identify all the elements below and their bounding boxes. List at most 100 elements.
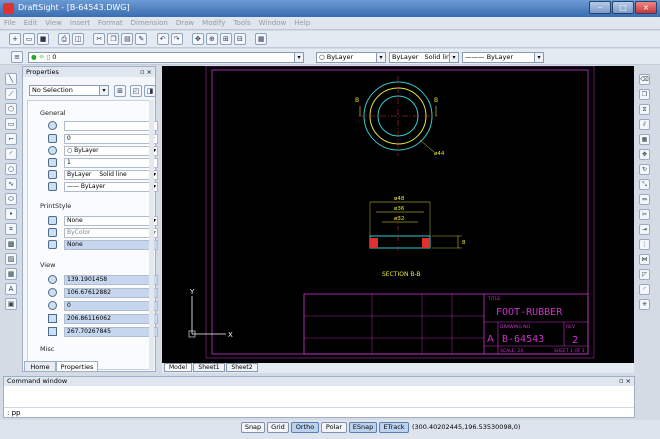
menu-draw[interactable]: Draw: [172, 17, 198, 30]
color-field[interactable]: ○ ByLayer ▾: [64, 146, 158, 156]
circle-icon[interactable]: ○: [5, 163, 17, 175]
menu-edit[interactable]: Edit: [20, 17, 42, 30]
print-preview-icon[interactable]: ◫: [72, 33, 85, 45]
line-icon[interactable]: ╲: [5, 73, 17, 85]
layers-icon[interactable]: ≡: [11, 51, 23, 63]
ortho-button[interactable]: Ortho: [291, 422, 319, 433]
point-icon[interactable]: •: [5, 208, 17, 220]
copy-entity-icon[interactable]: ❐: [639, 89, 650, 100]
new-icon[interactable]: +: [9, 33, 21, 45]
view-center-x-field[interactable]: 139.1901458: [64, 275, 158, 285]
view-center-z-field[interactable]: 0: [64, 301, 158, 311]
drawing-canvas[interactable]: B B ø44 ø48 ø36 ø32 8 SECTION B-B Y X TI…: [162, 66, 634, 366]
toggle-pickadd-icon[interactable]: ◨: [144, 85, 156, 97]
printstyle-field[interactable]: None ▾: [64, 216, 158, 226]
polyline-icon[interactable]: ⌐: [5, 133, 17, 145]
copy-icon[interactable]: ❐: [107, 33, 120, 45]
scale-field[interactable]: 1: [64, 158, 158, 168]
ellipse-icon[interactable]: ⬭: [5, 193, 17, 205]
chamfer-icon[interactable]: ◸: [639, 269, 650, 280]
command-close-icon[interactable]: ▫ ×: [619, 377, 631, 386]
block-icon[interactable]: ⌗: [5, 223, 17, 235]
menu-insert[interactable]: Insert: [66, 17, 94, 30]
undo-icon[interactable]: ↶: [156, 33, 169, 45]
extend-icon[interactable]: ⇥: [639, 224, 650, 235]
lineweight-combo[interactable]: ——— ByLayer ▾: [462, 52, 544, 63]
quick-select-icon[interactable]: ⊞: [114, 85, 126, 97]
open-icon[interactable]: ▭: [23, 33, 35, 45]
selection-combo[interactable]: No Selection ▾: [29, 85, 109, 96]
zoom-icon[interactable]: ⊕: [205, 33, 218, 45]
linestyle-combo[interactable]: ByLayer Solid line ▾: [389, 52, 459, 63]
select-objects-icon[interactable]: ◰: [130, 85, 142, 97]
pattern-icon[interactable]: ▦: [639, 134, 650, 145]
menu-format[interactable]: Format: [94, 17, 127, 30]
menu-help[interactable]: Help: [290, 17, 314, 30]
cut-icon[interactable]: ✂: [93, 33, 106, 45]
offset-icon[interactable]: ⫽: [639, 119, 650, 130]
region-icon[interactable]: ▨: [5, 253, 17, 265]
menu-window[interactable]: Window: [255, 17, 291, 30]
grid-button[interactable]: Grid: [267, 422, 289, 433]
infinite-line-icon[interactable]: ⟋: [5, 88, 17, 100]
esnap-button[interactable]: ESnap: [349, 422, 377, 433]
view-center-y-field[interactable]: 106.67612882: [64, 288, 158, 298]
pan-icon[interactable]: ✥: [191, 33, 204, 45]
layer-field[interactable]: 0▾: [64, 134, 158, 144]
match-properties-icon[interactable]: ✎: [135, 33, 148, 45]
layer-combo[interactable]: ● ☼ ▯ 0 ▾: [28, 52, 304, 63]
arc-icon[interactable]: ◜: [5, 148, 17, 160]
menu-tools[interactable]: Tools: [229, 17, 254, 30]
explode-icon[interactable]: ✳: [639, 299, 650, 310]
note-icon[interactable]: A: [5, 283, 17, 295]
empty-prop-field[interactable]: [64, 121, 158, 131]
color-combo[interactable]: ○ ByLayer ▾: [316, 52, 386, 63]
minimize-button[interactable]: –: [589, 1, 611, 14]
break-icon[interactable]: ⋮: [639, 239, 650, 250]
menu-file[interactable]: File: [0, 17, 20, 30]
scale-icon[interactable]: ⤡: [639, 179, 650, 190]
trim-icon[interactable]: ✂: [639, 209, 650, 220]
zoom-window-icon[interactable]: ⊞: [219, 33, 232, 45]
spline-icon[interactable]: ∿: [5, 178, 17, 190]
mirror-icon[interactable]: ⧖: [639, 104, 650, 115]
fillet-icon[interactable]: ◜: [639, 284, 650, 295]
polygon-icon[interactable]: ⬡: [5, 103, 17, 115]
menu-view[interactable]: View: [41, 17, 66, 30]
join-icon[interactable]: ⋈: [639, 254, 650, 265]
rotate-icon[interactable]: ↻: [639, 164, 650, 175]
menu-dimension[interactable]: Dimension: [127, 17, 172, 30]
view-height-field[interactable]: 206.86116062: [64, 314, 158, 324]
save-icon[interactable]: ■: [37, 33, 49, 45]
polar-button[interactable]: Polar: [321, 422, 347, 433]
view-width-field[interactable]: 267.70267845: [64, 327, 158, 337]
move-icon[interactable]: ✥: [639, 149, 650, 160]
snap-button[interactable]: Snap: [241, 422, 265, 433]
erase-icon[interactable]: ⌫: [639, 74, 650, 85]
layer-manager-icon[interactable]: ▦: [255, 33, 268, 45]
stretch-icon[interactable]: ⇔: [639, 194, 650, 205]
tab-sheet2[interactable]: Sheet2: [226, 363, 258, 372]
tab-model[interactable]: Model: [164, 363, 192, 372]
panel-close-icon[interactable]: ▫ ×: [140, 67, 152, 77]
maximize-button[interactable]: □: [612, 1, 634, 14]
redo-icon[interactable]: ↷: [170, 33, 183, 45]
printtable-field[interactable]: None: [64, 240, 158, 250]
close-button[interactable]: ×: [635, 1, 657, 14]
properties-scrollbar[interactable]: [149, 100, 154, 370]
printcolor-field[interactable]: ByColor ▾: [64, 228, 158, 238]
command-input[interactable]: : pp: [4, 407, 634, 417]
print-icon[interactable]: ⎙: [58, 33, 71, 45]
menu-modify[interactable]: Modify: [198, 17, 229, 30]
lineweight-field[interactable]: —— ByLayer ▾: [64, 182, 158, 192]
etrack-button[interactable]: ETrack: [379, 422, 409, 433]
linestyle-field[interactable]: ByLayer Solid line ▾: [64, 170, 158, 180]
zoom-previous-icon[interactable]: ⊟: [233, 33, 246, 45]
paste-icon[interactable]: ▤: [121, 33, 134, 45]
table-icon[interactable]: ▦: [5, 268, 17, 280]
tab-home[interactable]: Home: [24, 361, 56, 372]
tab-sheet1[interactable]: Sheet1: [193, 363, 225, 372]
rectangle-icon[interactable]: ▭: [5, 118, 17, 130]
image-icon[interactable]: ▣: [5, 298, 17, 310]
hatch-icon[interactable]: ▩: [5, 238, 17, 250]
